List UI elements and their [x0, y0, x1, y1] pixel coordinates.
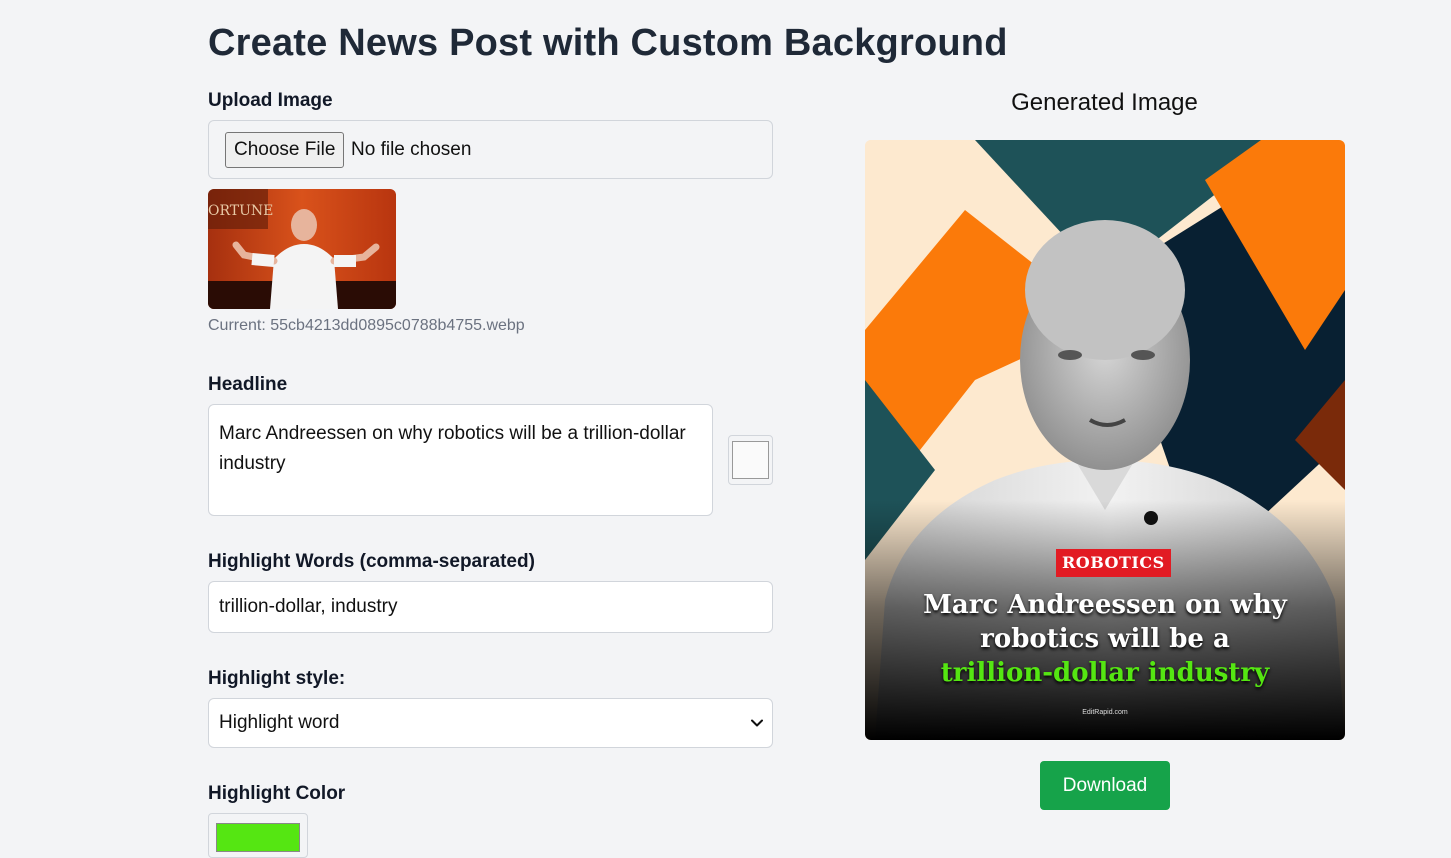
- file-status: No file chosen: [351, 139, 472, 160]
- highlight-words-label: Highlight Words (comma-separated): [208, 551, 535, 572]
- uploaded-image-thumbnail: ORTUNE: [208, 189, 396, 309]
- headline-text-color-picker[interactable]: [728, 435, 773, 485]
- headline-label: Headline: [208, 374, 288, 395]
- highlight-words-input[interactable]: trillion-dollar, industry: [208, 581, 773, 633]
- generated-image-preview: ROBOTICS Marc Andreessen on why robotics…: [865, 140, 1345, 740]
- highlight-color-picker[interactable]: [208, 813, 308, 858]
- highlight-style-label: Highlight style:: [208, 668, 346, 689]
- headline-input[interactable]: Marc Andreessen on why robotics will be …: [208, 404, 713, 516]
- highlight-color-label: Highlight Color: [208, 783, 346, 804]
- file-input[interactable]: Choose File No file chosen: [208, 120, 773, 179]
- highlight-color-swatch: [216, 823, 300, 852]
- generated-image-title: Generated Image: [1011, 89, 1198, 116]
- preview-headline-text: Marc Andreessen on why robotics will be …: [923, 590, 1287, 654]
- highlight-style-select[interactable]: Highlight word: [208, 698, 773, 748]
- preview-category-badge: ROBOTICS: [1056, 549, 1171, 577]
- page-title: Create News Post with Custom Background: [208, 22, 1008, 64]
- choose-file-button[interactable]: Choose File: [225, 132, 345, 168]
- current-file-name: Current: 55cb4213dd0895c0788b4755.webp: [208, 317, 525, 334]
- upload-image-label: Upload Image: [208, 90, 333, 111]
- headline-color-swatch: [732, 441, 769, 479]
- preview-headline-highlight: trillion-dollar industry: [940, 658, 1270, 688]
- highlight-style-selected: Highlight word: [219, 712, 340, 733]
- download-button[interactable]: Download: [1040, 761, 1170, 810]
- chevron-down-icon: [751, 719, 763, 727]
- preview-headline: Marc Andreessen on why robotics will be …: [885, 588, 1325, 690]
- highlight-words-value: trillion-dollar, industry: [219, 596, 398, 617]
- preview-brand: EditRapid.com: [1082, 709, 1128, 716]
- svg-text:ORTUNE: ORTUNE: [208, 203, 273, 219]
